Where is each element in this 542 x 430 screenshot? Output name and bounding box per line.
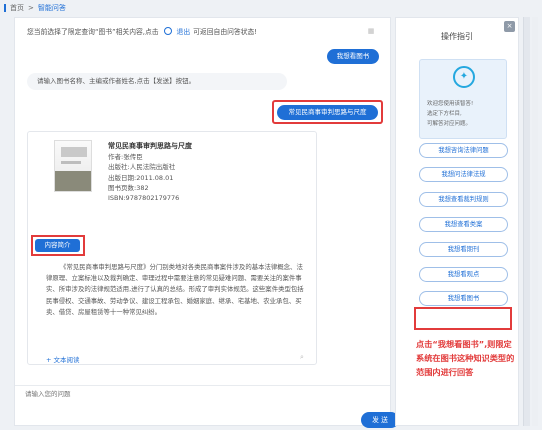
scrollbar[interactable] [523, 17, 530, 426]
chat-panel: 您当前选择了限定查询“图书”相关内容,点击 退出 可返回自由问答状态! ▦ 我想… [14, 17, 399, 428]
sidebar-item-cases[interactable]: 我想查看类案 [419, 217, 508, 232]
intro-highlight: 内容简介 [31, 235, 85, 256]
book-date: 出版日期:2011.08.01 [108, 173, 174, 182]
user-question-bubble: 常见民商事审判思路与尺度 [277, 105, 378, 120]
breadcrumb-current: 智能问答 [37, 4, 66, 12]
book-author: 作者:张传臣 [108, 153, 143, 162]
annotation-text: 点击“我想看图书”,则限定系统在图书这种知识类型的范围内进行回答 [416, 339, 515, 377]
book-pages: 图书页数:382 [108, 183, 149, 192]
book-isbn: ISBN:9787802179776 [108, 194, 180, 203]
guide-line-3: 可解答对应问题。 [427, 121, 472, 127]
guide-box: ✦ 欢迎您使用该智答! 选定下方栏目, 可解答对应问题。 [419, 59, 507, 139]
mode-notice: 您当前选择了限定查询“图书”相关内容,点击 退出 可返回自由问答状态! [27, 26, 257, 36]
exit-link[interactable]: 退出 [177, 26, 191, 36]
intro-tab[interactable]: 内容简介 [35, 239, 80, 252]
book-publisher: 出版社:人民法院出版社 [108, 163, 176, 172]
book-cover-image[interactable] [54, 140, 92, 192]
input-divider [15, 385, 390, 386]
breadcrumb-home[interactable]: 首页 [10, 3, 24, 13]
breadcrumb-marker [4, 4, 6, 12]
sidebar-item-journals[interactable]: 我想看期刊 [419, 242, 508, 257]
breadcrumb: 首页 > 智能问答 [4, 2, 66, 14]
attachment-icon: ⌕ [300, 353, 304, 361]
breadcrumb-separator: > [28, 4, 34, 12]
sidebar-item-laws[interactable]: 我想问法律法规 [419, 167, 508, 182]
text-read-link[interactable]: + 文本阅读 [46, 354, 80, 364]
notice-text-pre: 您当前选择了限定查询“图书”相关内容,点击 [27, 28, 159, 36]
book-title[interactable]: 常见民商事审判思路与尺度 [108, 141, 192, 151]
books-highlight [414, 307, 512, 330]
guide-sidebar: × 操作指引 ✦ 欢迎您使用该智答! 选定下方栏目, 可解答对应问题。 我想咨询… [395, 17, 519, 426]
guide-line-1: 欢迎您使用该智答! [427, 101, 474, 107]
sidebar-item-books[interactable]: 我想看图书 [419, 291, 508, 306]
book-description: 《常见民商事审判思路与尺度》分门别类地对各类民商事案件涉及的基本法律概念、法律原… [46, 263, 304, 316]
notice-text-post: 可返回自由问答状态! [193, 28, 258, 36]
send-button[interactable]: 发 送 [361, 412, 399, 428]
user-question-highlight: 常见民商事审判思路与尺度 [272, 100, 383, 124]
sidebar-item-views[interactable]: 我想看观点 [419, 267, 508, 282]
qr-code-icon[interactable]: ▦ [363, 24, 379, 38]
book-result-card: 常见民商事审判思路与尺度 作者:张传臣 出版社:人民法院出版社 出版日期:201… [27, 131, 317, 365]
scrollbar-track [532, 17, 538, 426]
book-info: 常见民商事审判思路与尺度 作者:张传臣 出版社:人民法院出版社 出版日期:201… [108, 141, 192, 203]
lightbulb-icon: ✦ [453, 66, 475, 88]
bot-prompt-message: 请输入图书名称、主编或作者姓名,点击【发送】按钮。 [27, 73, 287, 90]
question-input[interactable] [25, 389, 380, 399]
selected-category-pill: 我想看图书 [327, 49, 379, 64]
return-icon[interactable] [163, 27, 172, 35]
sidebar-item-rules[interactable]: 我想查看裁判规则 [419, 192, 508, 207]
guide-line-2: 选定下方栏目, [427, 111, 462, 117]
sidebar-title: 操作指引 [441, 32, 473, 41]
sidebar-item-legal-consult[interactable]: 我想咨询法律问题 [419, 143, 508, 158]
